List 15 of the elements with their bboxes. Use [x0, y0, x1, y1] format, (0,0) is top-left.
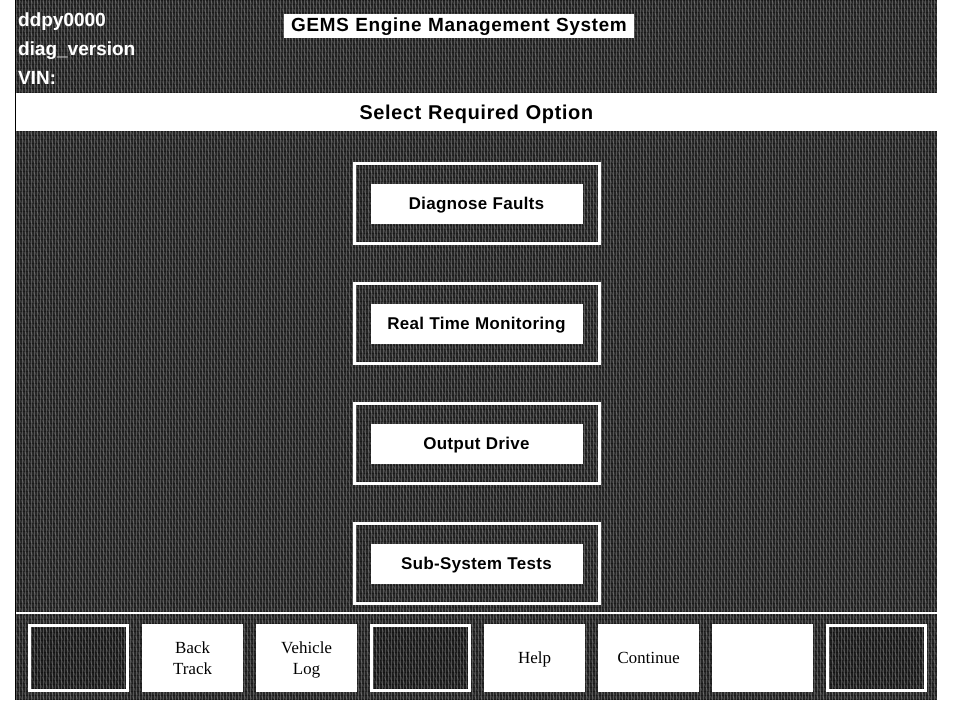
header-info-text: VIN: — [18, 68, 57, 89]
function-key-button[interactable]: Continue — [598, 624, 699, 692]
menu-option-button[interactable]: Sub-System Tests — [352, 522, 600, 605]
function-key-button[interactable]: Back Track — [142, 624, 243, 692]
system-title: GEMS Engine Management System — [284, 14, 634, 38]
function-key-button[interactable]: Vehicle Log — [256, 624, 357, 692]
function-key-button[interactable]: Help — [484, 624, 585, 692]
function-key-button[interactable] — [28, 624, 129, 692]
menu-option-button[interactable]: Real Time Monitoring — [352, 282, 600, 365]
function-key-button[interactable] — [826, 624, 927, 692]
header-info-text: diag_version — [18, 39, 136, 60]
function-key-button[interactable] — [370, 624, 471, 692]
header-info-text: ddpy0000 — [18, 10, 107, 31]
menu-option-button[interactable]: Diagnose Faults — [352, 162, 600, 245]
menu-option-button[interactable]: Output Drive — [352, 402, 600, 485]
